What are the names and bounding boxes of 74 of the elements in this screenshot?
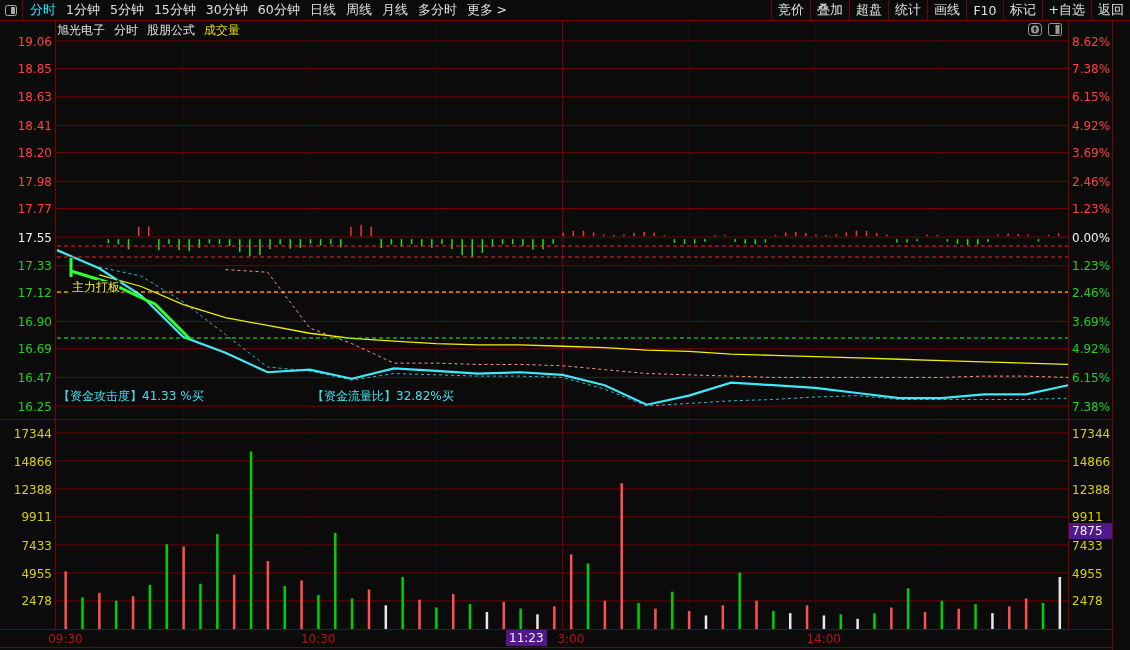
tab[interactable]: 5分钟 <box>104 0 149 20</box>
axis-label: 17.55 <box>17 230 52 245</box>
axis-label: 4.92% <box>1072 118 1111 133</box>
axis-label: 17.98 <box>17 174 52 189</box>
toolbar-button[interactable]: 标记 <box>1002 0 1042 20</box>
axis-label: 2478 <box>1072 594 1103 609</box>
tab[interactable]: 多分时 <box>412 0 462 20</box>
axis-label: 16.47 <box>17 370 52 385</box>
toolbar-button[interactable]: 叠加 <box>810 0 850 20</box>
indicator-reading: 【资金攻击度】41.33 %买 <box>58 389 204 403</box>
axis-label: 18.85 <box>17 61 52 76</box>
stock-name: 旭光电子 <box>57 22 105 39</box>
axis-label: 0.00% <box>1072 230 1111 245</box>
axis-label: 7433 <box>21 538 52 553</box>
axis-label: 18.20 <box>17 146 52 161</box>
axis-label: 16.25 <box>17 399 52 414</box>
axis-label: 9911 <box>1072 510 1103 525</box>
axis-label: 3.69% <box>1072 146 1111 161</box>
axis-label: 12388 <box>13 482 52 497</box>
axis-label: 2478 <box>21 594 52 609</box>
axis-label: 14866 <box>13 454 52 469</box>
axis-label: 18.41 <box>17 118 52 133</box>
tab[interactable]: 60分钟 <box>252 0 305 20</box>
tab[interactable]: 1分钟 <box>61 0 105 20</box>
axis-label: 16.90 <box>17 315 52 330</box>
toolbar-button[interactable]: 画线 <box>927 0 967 20</box>
time-label: 3:00 <box>557 632 585 646</box>
indicator-name: 成交量 <box>204 22 240 39</box>
axis-label: 6.15% <box>1072 90 1111 105</box>
axis-label: 7.38% <box>1072 399 1111 414</box>
axis-label: 17.77 <box>17 202 52 217</box>
tab[interactable]: 30分钟 <box>200 0 253 20</box>
axis-label: 4.92% <box>1072 342 1111 357</box>
axis-label: 1.23% <box>1072 202 1111 217</box>
tab[interactable]: 日线 <box>304 0 341 20</box>
axis-label: 9911 <box>21 510 52 525</box>
axis-label: 1.23% <box>1072 259 1111 274</box>
axis-label: 17.33 <box>17 259 52 274</box>
axis-label: 12388 <box>1072 482 1111 497</box>
axis-label: 17.12 <box>17 286 52 301</box>
formula-name: 股朋公式 <box>147 22 195 39</box>
axis-label: 17344 <box>1072 426 1111 441</box>
tab[interactable]: 更多 > <box>461 0 513 20</box>
axis-label: 19.06 <box>17 34 52 49</box>
chart-mode-label: 分时 <box>114 22 138 39</box>
axis-label: 7.38% <box>1072 61 1111 76</box>
toolbar-button[interactable]: +自选 <box>1041 0 1091 20</box>
indicator-reading: 【资金流量比】32.82%买 <box>312 389 454 403</box>
time-label: 09:30 <box>48 632 83 646</box>
toolbar-button[interactable]: 超盘 <box>849 0 889 20</box>
toolbar-button[interactable]: 统计 <box>888 0 928 20</box>
axis-label: 7433 <box>1072 538 1103 553</box>
axis-label: 8.62% <box>1072 34 1111 49</box>
tab[interactable]: 周线 <box>340 0 377 20</box>
axis-label: 18.63 <box>17 90 52 105</box>
cursor-value: 7875 <box>1069 523 1112 539</box>
toolbar-button[interactable]: 返回 <box>1091 0 1130 20</box>
axis-label: 3.69% <box>1072 315 1111 330</box>
axis-label: 17344 <box>13 426 52 441</box>
tab[interactable]: 月线 <box>376 0 413 20</box>
axis-label: 2.46% <box>1072 286 1111 301</box>
time-label: 10:30 <box>300 632 336 646</box>
axis-label: 4955 <box>1072 566 1103 581</box>
axis-label: 2.46% <box>1072 174 1111 189</box>
axis-label: 4955 <box>21 566 52 581</box>
tab[interactable]: 分时 <box>25 0 61 20</box>
tab[interactable]: 15分钟 <box>148 0 201 20</box>
axis-label: 14866 <box>1072 454 1111 469</box>
axis-label: 6.15% <box>1072 370 1111 385</box>
axis-label: 16.69 <box>17 342 52 357</box>
time-label: 14:00 <box>806 632 841 646</box>
toolbar-button[interactable]: F10 <box>966 0 1003 20</box>
cursor-time: 11:23 <box>506 630 547 646</box>
toolbar-button[interactable]: 竞价 <box>771 0 811 20</box>
